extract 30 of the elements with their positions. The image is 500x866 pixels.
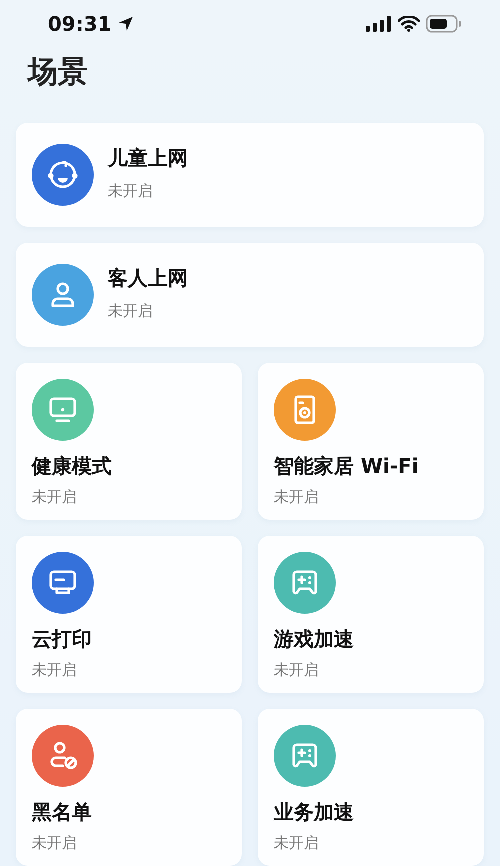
scene-card[interactable]: 客人上网 未开启 <box>16 243 484 347</box>
scene-name: 黑名单 <box>32 799 92 826</box>
scene-status: 未开启 <box>108 302 154 321</box>
scene-status: 未开启 <box>32 488 78 507</box>
scene-name: 儿童上网 <box>108 145 188 172</box>
scene-name: 业务加速 <box>274 799 354 826</box>
scene-status: 未开启 <box>108 182 154 201</box>
status-time: 09:31 <box>48 12 112 36</box>
wifi-icon <box>398 16 420 32</box>
scene-card[interactable]: 智能家居 Wi-Fi 未开启 <box>258 363 484 520</box>
scene-card[interactable]: 儿童上网 未开启 <box>16 123 484 227</box>
scene-name: 游戏加速 <box>274 626 354 653</box>
page-title: 场景 <box>26 54 89 92</box>
scene-card[interactable]: 健康模式 未开启 <box>16 363 242 520</box>
scene-status: 未开启 <box>274 661 320 680</box>
scene-card[interactable]: 业务加速 未开启 <box>258 709 484 866</box>
battery-icon <box>426 14 462 33</box>
scene-name: 云打印 <box>32 626 92 653</box>
scene-status: 未开启 <box>274 488 320 507</box>
scene-card[interactable]: 游戏加速 未开启 <box>258 536 484 693</box>
location-arrow-icon <box>118 16 134 32</box>
scene-name: 客人上网 <box>108 265 188 292</box>
scene-name: 智能家居 Wi-Fi <box>274 453 419 480</box>
scene-status: 未开启 <box>32 661 78 680</box>
scene-status: 未开启 <box>274 834 320 853</box>
signal-icon <box>366 16 392 32</box>
scene-status: 未开启 <box>32 834 78 853</box>
scene-card[interactable]: 云打印 未开启 <box>16 536 242 693</box>
scene-name: 健康模式 <box>32 453 112 480</box>
scene-card[interactable]: 黑名单 未开启 <box>16 709 242 866</box>
